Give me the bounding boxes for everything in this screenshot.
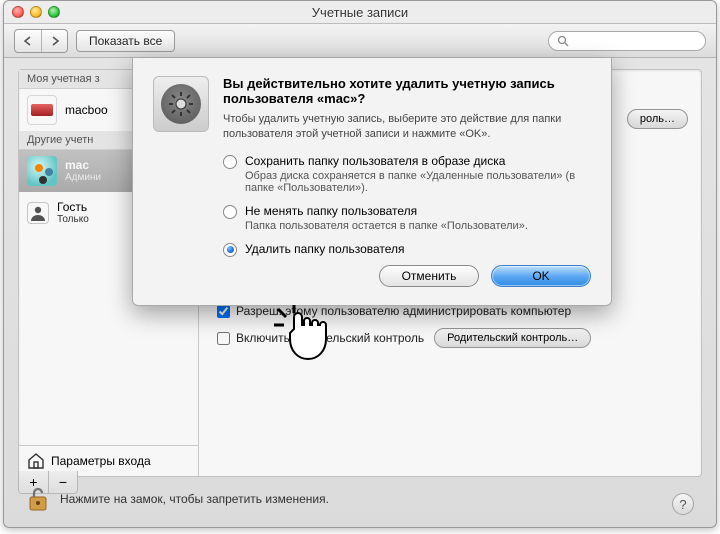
search-icon [557,35,569,47]
sheet-heading: Вы действительно хотите удалить учетную … [223,76,591,106]
gear-icon [168,91,194,117]
option-label: Удалить папку пользователя [245,242,405,256]
option-keep-folder[interactable]: Не менять папку пользователя Папка польз… [223,204,591,232]
back-button[interactable] [15,30,41,52]
sheet-subtext: Чтобы удалить учетную запись, выберите э… [223,112,591,142]
search-field[interactable] [548,31,706,51]
show-all-button[interactable]: Показать все [76,30,175,52]
option-delete-folder[interactable]: Удалить папку пользователя [223,242,591,257]
option-label: Не менять папку пользователя [245,204,528,218]
chevron-left-icon [23,36,33,46]
prefs-app-icon [153,76,209,132]
option-desc: Папка пользователя остается в папке «Пол… [245,220,528,232]
toolbar: Показать все [4,24,716,58]
radio-button[interactable] [223,205,237,219]
titlebar: Учетные записи [4,1,716,24]
option-save-disk-image[interactable]: Сохранить папку пользователя в образе ди… [223,154,591,194]
sheet-options: Сохранить папку пользователя в образе ди… [223,154,591,257]
option-label: Сохранить папку пользователя в образе ди… [245,154,591,168]
window-title: Учетные записи [4,5,716,20]
forward-button[interactable] [41,30,67,52]
nav-segment [14,29,68,53]
radio-button[interactable] [223,243,237,257]
delete-account-sheet: Вы действительно хотите удалить учетную … [132,58,612,306]
radio-button[interactable] [223,155,237,169]
ok-button[interactable]: OK [491,265,591,287]
chevron-right-icon [50,36,60,46]
cancel-button[interactable]: Отменить [379,265,479,287]
option-desc: Образ диска сохраняется в папке «Удаленн… [245,170,591,194]
